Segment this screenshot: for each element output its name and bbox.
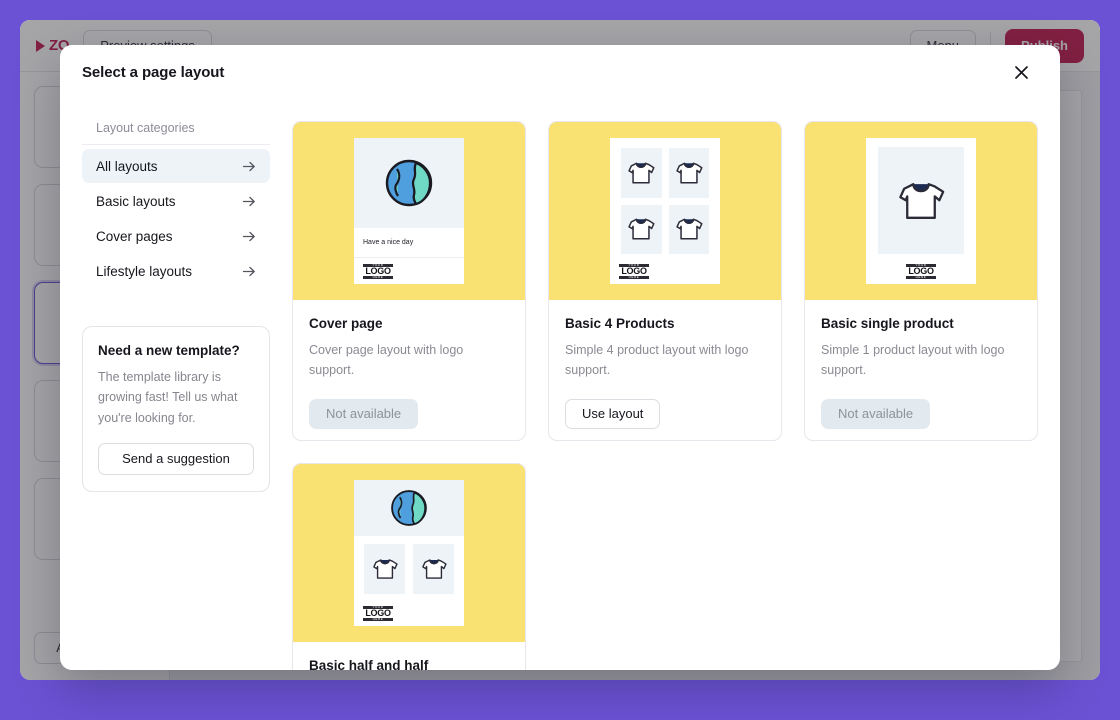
page-mock-single-product: YOUR LOGO HERE <box>866 138 976 284</box>
mock-hero <box>354 480 464 536</box>
send-a-suggestion-button[interactable]: Send a suggestion <box>98 442 254 475</box>
arrow-right-icon <box>241 158 258 175</box>
product-tile <box>364 544 405 594</box>
globe-icon <box>385 159 433 207</box>
layout-categories-sidebar: Layout categories All layouts Basic layo… <box>82 99 270 670</box>
page-title: Select a page layout <box>82 63 225 81</box>
sidebar-item-label: All layouts <box>96 158 158 174</box>
not-available-button: Not available <box>821 398 931 429</box>
arrow-right-icon <box>241 193 258 210</box>
product-tile <box>413 544 454 594</box>
layout-thumbnail: YOUR LOGO HERE <box>293 464 525 642</box>
layout-card-meta: Cover page Cover page layout with logo s… <box>293 300 525 381</box>
logo-bottom-text: HERE <box>363 617 393 621</box>
layout-card-title: Cover page <box>309 316 383 331</box>
product-tile <box>668 204 709 254</box>
logo-bottom-text: HERE <box>619 275 649 279</box>
modal-header: Select a page layout <box>60 45 1060 99</box>
layout-card-title: Basic 4 Products <box>565 316 675 331</box>
modal-body: Layout categories All layouts Basic layo… <box>60 99 1060 670</box>
layout-card-basic-single-product[interactable]: YOUR LOGO HERE Basic single product Simp… <box>804 121 1038 441</box>
page-mock-half-and-half: YOUR LOGO HERE <box>354 480 464 626</box>
sidebar-item-cover-pages[interactable]: Cover pages <box>82 219 270 253</box>
layout-thumbnail: Have a nice day YOUR LOGO HERE <box>293 122 525 300</box>
sidebar-item-label: Cover pages <box>96 228 173 244</box>
logo-placeholder: YOUR LOGO HERE <box>363 263 393 280</box>
layout-card-meta: Basic single product Simple 1 product la… <box>805 300 1037 381</box>
product-tile <box>668 148 709 198</box>
logo-placeholder: YOUR LOGO HERE <box>906 263 936 280</box>
layout-grid: Have a nice day YOUR LOGO HERE Cover pag… <box>292 99 1038 670</box>
tshirt-icon <box>676 162 703 184</box>
page-mock-cover: Have a nice day YOUR LOGO HERE <box>354 138 464 284</box>
product-tile-grid <box>610 138 720 258</box>
sidebar-item-label: Lifestyle layouts <box>96 263 193 279</box>
layout-thumbnail: YOUR LOGO HERE <box>549 122 781 300</box>
suggestion-title: Need a new template? <box>98 343 240 358</box>
sidebar-item-label: Basic layouts <box>96 193 176 209</box>
page-mock-four-products: YOUR LOGO HERE <box>610 138 720 284</box>
logo-bottom-text: HERE <box>363 275 393 279</box>
layout-card-meta: Basic 4 Products Simple 4 product layout… <box>549 300 781 381</box>
tshirt-icon <box>899 182 945 219</box>
layout-card-description: Simple 1 product layout with logo suppor… <box>821 343 1005 378</box>
product-tile <box>621 148 662 198</box>
tshirt-icon <box>372 559 398 579</box>
mock-caption: Have a nice day <box>354 228 464 258</box>
layout-card-basic-4-products[interactable]: YOUR LOGO HERE Basic 4 Products Simple 4… <box>548 121 782 441</box>
tshirt-icon <box>421 559 447 579</box>
tshirt-icon <box>628 218 655 240</box>
product-tile-grid <box>354 536 464 600</box>
close-icon[interactable] <box>1006 57 1036 87</box>
sidebar-item-all-layouts[interactable]: All layouts <box>82 149 270 183</box>
mock-logo-row: YOUR LOGO HERE <box>866 258 976 284</box>
layout-card-cover-page[interactable]: Have a nice day YOUR LOGO HERE Cover pag… <box>292 121 526 441</box>
layout-card-title: Basic half and half <box>309 658 429 670</box>
layout-card-description: Cover page layout with logo support. <box>309 343 464 378</box>
mock-hero <box>354 138 464 228</box>
product-tile <box>621 204 662 254</box>
layout-card-meta: Basic half and half <box>293 642 525 670</box>
sidebar-item-basic-layouts[interactable]: Basic layouts <box>82 184 270 218</box>
use-layout-button[interactable]: Use layout <box>565 398 661 429</box>
suggestion-text: The template library is growing fast! Te… <box>98 370 238 425</box>
layout-card-title: Basic single product <box>821 316 954 331</box>
tshirt-icon <box>676 218 703 240</box>
suggestion-card: Need a new template? The template librar… <box>82 326 270 492</box>
tshirt-icon <box>628 162 655 184</box>
logo-bottom-text: HERE <box>906 275 936 279</box>
mock-logo-row: YOUR LOGO HERE <box>610 258 720 284</box>
logo-placeholder: YOUR LOGO HERE <box>363 605 393 622</box>
logo-placeholder: YOUR LOGO HERE <box>619 263 649 280</box>
sidebar-heading: Layout categories <box>82 121 270 145</box>
category-list: All layouts Basic layouts Cover pages Li… <box>82 145 270 288</box>
arrow-right-icon <box>241 263 258 280</box>
mock-logo-row: YOUR LOGO HERE <box>354 258 464 284</box>
globe-icon <box>391 490 427 526</box>
mock-logo-row: YOUR LOGO HERE <box>354 600 464 626</box>
sidebar-item-lifestyle-layouts[interactable]: Lifestyle layouts <box>82 254 270 288</box>
select-page-layout-modal: Select a page layout Layout categories A… <box>60 45 1060 670</box>
layout-thumbnail: YOUR LOGO HERE <box>805 122 1037 300</box>
not-available-button: Not available <box>309 398 419 429</box>
arrow-right-icon <box>241 228 258 245</box>
layout-card-description: Simple 4 product layout with logo suppor… <box>565 343 749 378</box>
product-tile <box>878 147 964 254</box>
layout-card-basic-half-and-half[interactable]: YOUR LOGO HERE Basic half and half <box>292 463 526 670</box>
